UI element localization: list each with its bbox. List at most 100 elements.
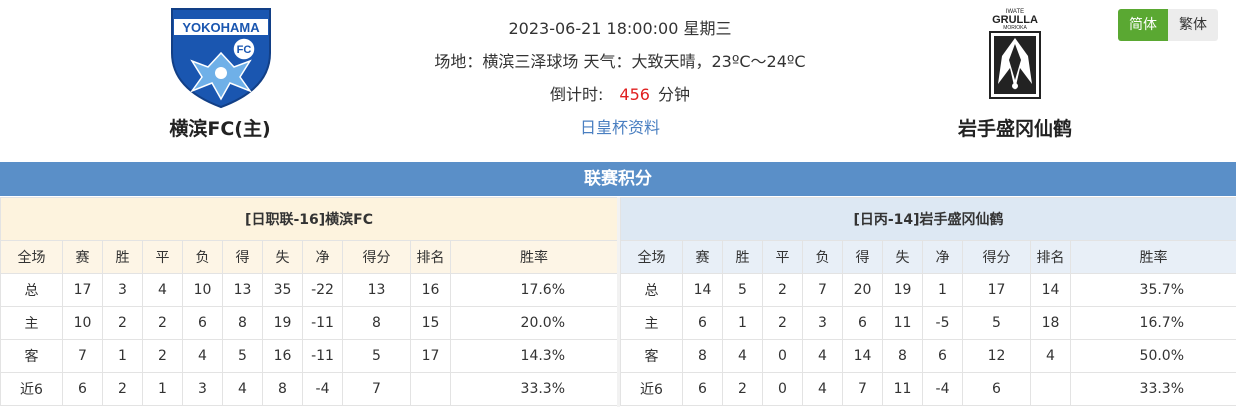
win-rate-cell: 17.6% [449, 273, 619, 307]
table-cell: 6 [182, 306, 223, 340]
traditional-chinese-button[interactable]: 繁体 [1168, 9, 1218, 41]
table-cell: 10 [62, 306, 103, 340]
table-cell: 7 [62, 339, 103, 373]
table-cell: 20 [842, 273, 883, 307]
column-header: 胜 [102, 240, 143, 274]
table-cell: 13 [222, 273, 263, 307]
column-header: 排名 [410, 240, 451, 274]
win-rate-cell: 16.7% [1069, 306, 1236, 340]
table-cell: 0 [762, 372, 803, 406]
table-cell: 12 [962, 339, 1031, 373]
column-header: 胜 [722, 240, 763, 274]
column-header: 排名 [1030, 240, 1071, 274]
win-rate-cell: 20.0% [449, 306, 619, 340]
win-rate-cell: 50.0% [1069, 339, 1236, 373]
table-cell: 11 [882, 306, 923, 340]
table-cell: 10 [182, 273, 223, 307]
home-team-name[interactable]: 横滨FC(主) [120, 114, 320, 141]
table-cell: 8 [882, 339, 923, 373]
away-standings-table: [日丙-14]岩手盛冈仙鹤 全场赛胜平负得失净得分 排名 胜率 总 14 5 2 7 20 19… [619, 197, 1236, 406]
row-label: 客 [620, 339, 683, 373]
table-cell: -11 [302, 339, 343, 373]
table-cell: 2 [142, 339, 183, 373]
table-row: 主 10 2 2 6 8 19 -11 8 15 20.0% [0, 306, 619, 340]
table-cell: 7 [802, 273, 843, 307]
column-header: 净 [922, 240, 963, 274]
countdown-value: 456 [619, 85, 650, 104]
table-cell: 5 [342, 339, 411, 373]
table-cell: 6 [842, 306, 883, 340]
table-cell: 17 [962, 273, 1031, 307]
table-row: 客 8 4 0 4 14 8 6 12 4 50.0% [620, 339, 1236, 373]
home-team-logo[interactable]: YOKOHAMA FC [168, 5, 274, 109]
home-logo-wordmark: YOKOHAMA [182, 20, 260, 35]
away-column-headers: 全场赛胜平负得失净得分 排名 胜率 [620, 240, 1236, 274]
away-team-name[interactable]: 岩手盛冈仙鹤 [915, 114, 1115, 141]
table-cell: 11 [882, 372, 923, 406]
table-cell: 2 [142, 306, 183, 340]
table-cell: -4 [302, 372, 343, 406]
row-label: 总 [0, 273, 63, 307]
column-header: 全场 [0, 240, 63, 274]
home-table-title: [日职联-16]横滨FC [0, 197, 619, 241]
column-header: 全场 [620, 240, 683, 274]
table-cell: 8 [682, 339, 723, 373]
table-cell: 6 [62, 372, 103, 406]
table-row: 近6 6 2 0 4 7 11 -4 6 33.3% [620, 372, 1236, 406]
column-header: 赛 [62, 240, 103, 274]
table-cell: 19 [882, 273, 923, 307]
table-cell: 3 [102, 273, 143, 307]
column-header: 负 [182, 240, 223, 274]
table-row: 主 6 1 2 3 6 11 -5 5 18 16.7% [620, 306, 1236, 340]
countdown-label: 倒计时: [550, 85, 604, 104]
table-cell: 14 [682, 273, 723, 307]
home-standings-table: [日职联-16]横滨FC 全场赛胜平负得失净得分 排名 胜率 总 17 3 4 10 13 35… [0, 197, 619, 406]
table-cell: 4 [722, 339, 763, 373]
table-cell: 17 [410, 339, 451, 373]
match-header: YOKOHAMA FC 横滨FC(主) 2023-06-21 18:00:00 … [0, 0, 1236, 162]
table-cell: 4 [802, 372, 843, 406]
column-header: 负 [802, 240, 843, 274]
table-cell: 0 [762, 339, 803, 373]
table-cell: 5 [722, 273, 763, 307]
league-standings-title: 联赛积分 [0, 162, 1236, 196]
table-cell: 16 [410, 273, 451, 307]
table-cell: 4 [222, 372, 263, 406]
row-label: 近6 [0, 372, 63, 406]
table-cell: 3 [182, 372, 223, 406]
table-row: 客 7 1 2 4 5 16 -11 5 17 14.3% [0, 339, 619, 373]
table-cell: 15 [410, 306, 451, 340]
table-cell [410, 372, 451, 406]
table-cell: 2 [102, 372, 143, 406]
table-cell: 7 [842, 372, 883, 406]
row-label: 主 [0, 306, 63, 340]
table-cell: 4 [802, 339, 843, 373]
table-cell: 14 [842, 339, 883, 373]
match-datetime: 2023-06-21 18:00:00 星期三 [508, 19, 732, 38]
win-rate-cell: 14.3% [449, 339, 619, 373]
countdown: 倒计时: 456 分钟 [380, 78, 860, 111]
table-cell: 8 [222, 306, 263, 340]
row-label: 客 [0, 339, 63, 373]
table-cell: -4 [922, 372, 963, 406]
away-team-logo[interactable]: IWATE GRULLA MORIOKA [982, 6, 1048, 102]
row-label: 总 [620, 273, 683, 307]
table-cell: 2 [762, 273, 803, 307]
column-header: 赛 [682, 240, 723, 274]
simplified-chinese-button[interactable]: 简体 [1118, 9, 1168, 41]
column-header: 净 [302, 240, 343, 274]
table-cell: 14 [1030, 273, 1071, 307]
table-cell: 1 [102, 339, 143, 373]
column-header: 得分 [962, 240, 1031, 274]
table-cell [1030, 372, 1071, 406]
table-cell: 2 [762, 306, 803, 340]
table-cell: 13 [342, 273, 411, 307]
table-row: 总 17 3 4 10 13 35 -22 13 16 17.6% [0, 273, 619, 307]
cup-info-link[interactable]: 日皇杯资料 [580, 118, 660, 137]
column-header: 平 [142, 240, 183, 274]
table-cell: 4 [1030, 339, 1071, 373]
column-header: 失 [882, 240, 923, 274]
table-cell: 4 [142, 273, 183, 307]
table-cell: 3 [802, 306, 843, 340]
table-cell: 6 [682, 372, 723, 406]
